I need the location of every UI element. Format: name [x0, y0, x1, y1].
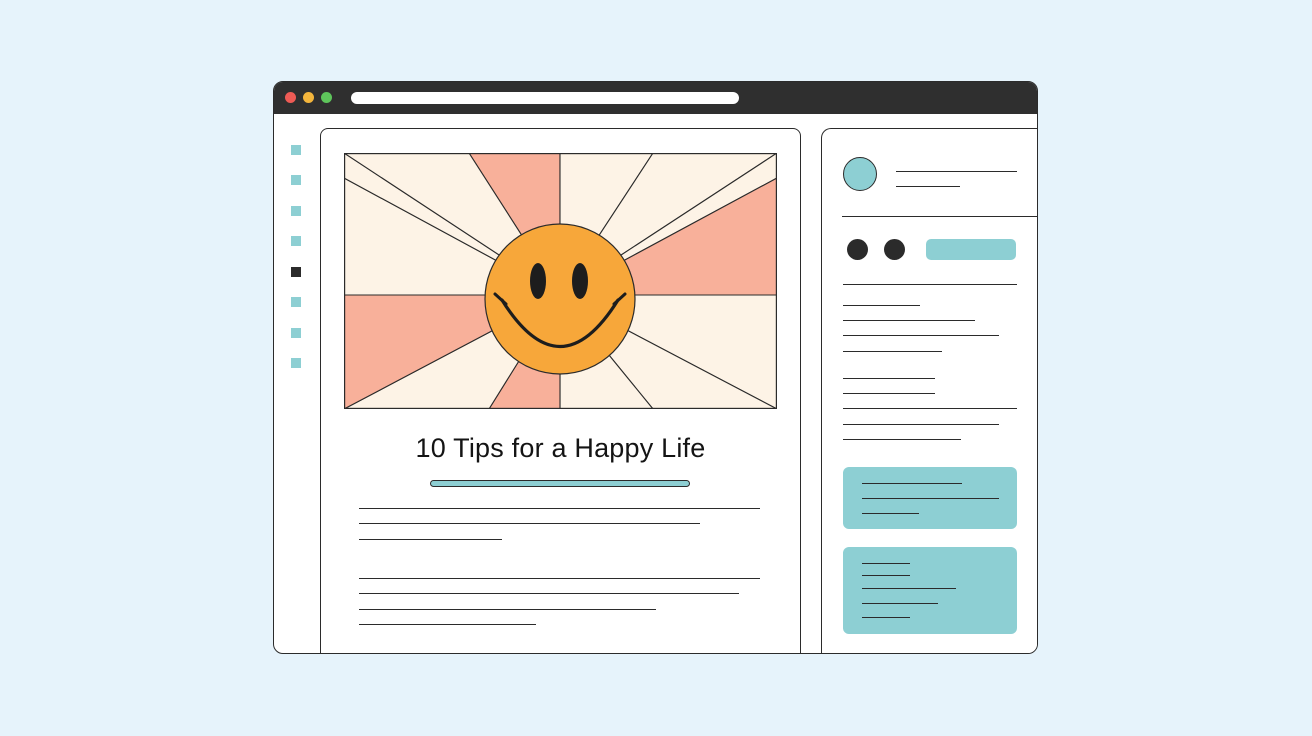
browser-window: 10 Tips for a Happy Life: [273, 81, 1038, 654]
browser-titlebar: [274, 82, 1037, 114]
sidebar-card-2[interactable]: [843, 547, 1017, 634]
maximize-button[interactable]: [321, 92, 332, 103]
article-card: 10 Tips for a Happy Life: [320, 128, 801, 653]
sidebar-text-line: [843, 284, 1017, 286]
avatar[interactable]: [843, 157, 877, 191]
text-line: [843, 320, 975, 322]
hero-image: [344, 153, 777, 409]
nav-item-8[interactable]: [291, 358, 301, 368]
text-line: [862, 498, 999, 500]
sidebar: [821, 128, 1037, 653]
text-line: [359, 609, 656, 611]
text-line: [359, 539, 502, 541]
sidebar-divider: [842, 216, 1037, 218]
text-line: [862, 575, 910, 577]
text-line: [359, 523, 700, 525]
nav-item-6[interactable]: [291, 297, 301, 307]
nav-item-1[interactable]: [291, 145, 301, 155]
text-line: [843, 439, 961, 441]
nav-item-2[interactable]: [291, 175, 301, 185]
text-line: [843, 305, 920, 307]
title-underline: [430, 480, 690, 487]
close-button[interactable]: [285, 92, 296, 103]
nav-item-4[interactable]: [291, 236, 301, 246]
text-line: [843, 351, 942, 353]
text-line: [862, 588, 956, 590]
text-line: [843, 378, 935, 380]
action-pill-button[interactable]: [926, 239, 1016, 260]
text-line: [359, 593, 739, 595]
text-line: [359, 508, 760, 510]
nav-item-5-active[interactable]: [291, 267, 301, 277]
smiley-face-icon: [484, 223, 636, 375]
nav-item-3[interactable]: [291, 206, 301, 216]
text-line: [843, 424, 999, 426]
text-line: [843, 393, 935, 395]
sidebar-card-1[interactable]: [843, 467, 1017, 529]
action-button-1[interactable]: [847, 239, 868, 260]
minimize-button[interactable]: [303, 92, 314, 103]
text-line: [862, 563, 910, 565]
text-line: [862, 513, 919, 515]
text-line: [843, 335, 999, 337]
text-line: [862, 483, 962, 485]
text-line: [862, 617, 910, 619]
text-line: [862, 603, 938, 605]
address-bar[interactable]: [351, 92, 739, 104]
action-button-2[interactable]: [884, 239, 905, 260]
profile-text-line: [896, 171, 1017, 173]
text-line: [359, 578, 760, 580]
profile-text-line: [896, 186, 960, 188]
text-line: [359, 624, 536, 626]
nav-item-7[interactable]: [291, 328, 301, 338]
article-title: 10 Tips for a Happy Life: [415, 433, 706, 463]
text-line: [843, 408, 1017, 410]
